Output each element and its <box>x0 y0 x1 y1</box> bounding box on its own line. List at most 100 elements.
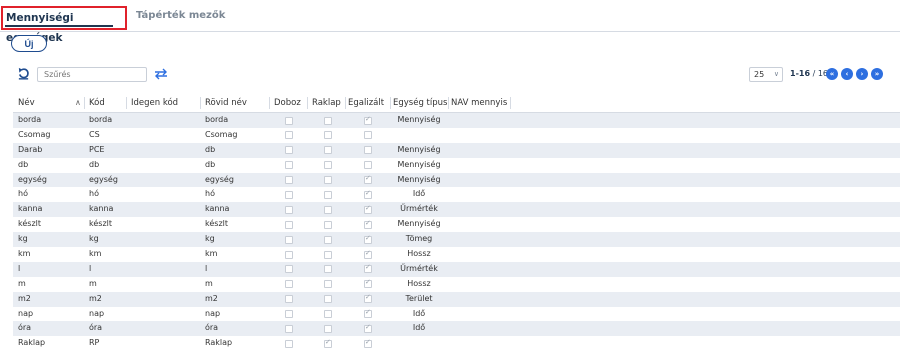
col-header-idegen-kod[interactable]: Idegen kód <box>126 93 200 113</box>
raklap-checkbox[interactable] <box>324 131 332 140</box>
cell-egyseg-tipus: Idő <box>412 189 426 199</box>
raklap-checkbox[interactable] <box>324 146 332 155</box>
raklap-checkbox[interactable] <box>324 338 332 348</box>
new-button[interactable]: Új <box>11 35 47 52</box>
egalizalt-checkbox[interactable] <box>364 234 372 244</box>
cell-nev: l <box>18 263 21 273</box>
filter-field[interactable] <box>37 67 147 82</box>
egalizalt-checkbox[interactable] <box>364 161 372 170</box>
egalizalt-checkbox[interactable] <box>364 204 372 214</box>
raklap-checkbox[interactable] <box>324 250 332 259</box>
swap-columns-icon[interactable] <box>154 68 168 80</box>
cell-nev: kg <box>18 234 28 244</box>
raklap-checkbox[interactable] <box>324 220 332 229</box>
active-tab-underline <box>5 25 113 27</box>
tab-taperték-mezok[interactable]: Tápérték mezők <box>136 6 225 30</box>
cell-idegen-kod <box>126 143 200 158</box>
cell-kod: kg <box>89 234 99 244</box>
cell-idegen-kod <box>126 128 200 143</box>
tab-label: Tápérték mezők <box>136 10 226 21</box>
doboz-checkbox[interactable] <box>285 324 293 333</box>
raklap-checkbox[interactable] <box>324 280 332 289</box>
col-header-rovid-nev[interactable]: Rövid név <box>200 93 269 113</box>
col-header-raklap[interactable]: Raklap <box>307 93 345 113</box>
table-row[interactable]: egység egység egység Mennyiség <box>13 172 900 188</box>
first-page-icon[interactable]: « <box>826 68 838 80</box>
table-row[interactable]: kanna kanna kanna Űrmérték <box>13 202 900 218</box>
table-row[interactable]: db db db Mennyiség <box>13 158 900 173</box>
cell-idegen-kod <box>126 158 200 173</box>
table-row[interactable]: km km km Hossz <box>13 247 900 262</box>
egalizalt-checkbox[interactable] <box>364 115 372 125</box>
egalizalt-checkbox[interactable] <box>364 219 372 229</box>
table-row[interactable]: Darab PCE db Mennyiség <box>13 142 900 158</box>
cell-rovid-nev: készlt <box>205 219 228 229</box>
raklap-checkbox[interactable] <box>324 190 332 199</box>
doboz-checkbox[interactable] <box>285 176 293 185</box>
last-page-icon[interactable]: » <box>871 68 883 80</box>
cell-nev: nap <box>18 308 34 318</box>
doboz-checkbox[interactable] <box>285 265 293 274</box>
raklap-checkbox[interactable] <box>324 161 332 170</box>
raklap-checkbox[interactable] <box>324 235 332 244</box>
egalizalt-checkbox[interactable] <box>364 146 372 155</box>
table-row[interactable]: l l l Űrmérték <box>13 261 900 277</box>
col-header-egyseg-tipus[interactable]: Egység típus <box>390 93 448 113</box>
doboz-checkbox[interactable] <box>285 220 293 229</box>
table-row[interactable]: borda borda borda Mennyiség <box>13 113 900 128</box>
doboz-checkbox[interactable] <box>285 146 293 155</box>
egalizalt-checkbox[interactable] <box>364 189 372 199</box>
tab-bar: Mennyiségi egységek Tápérték mezők <box>0 0 900 44</box>
col-header-kod[interactable]: Kód <box>84 93 126 113</box>
col-header-nav-mennyiseg[interactable]: NAV mennyis <box>448 93 510 113</box>
col-header-egalizalt[interactable]: Egalizált <box>345 93 390 113</box>
doboz-checkbox[interactable] <box>285 339 293 348</box>
page-size-value: 25 <box>754 70 765 79</box>
tab-mennyisegi-egysegek[interactable]: Mennyiségi egységek <box>1 6 127 44</box>
egalizalt-checkbox[interactable] <box>364 338 372 348</box>
col-header-nev[interactable]: Név ∧ <box>13 93 84 113</box>
egalizalt-checkbox[interactable] <box>364 323 372 333</box>
page-size-select[interactable]: 25 ∨ <box>749 67 783 82</box>
doboz-checkbox[interactable] <box>285 280 293 289</box>
doboz-checkbox[interactable] <box>285 116 293 125</box>
table-row[interactable]: készlt készlt készlt Mennyiség <box>13 217 900 232</box>
doboz-checkbox[interactable] <box>285 131 293 140</box>
table-row[interactable]: kg kg kg Tömeg <box>13 232 900 248</box>
table-row[interactable]: m2 m2 m2 Terület <box>13 291 900 307</box>
egalizalt-checkbox[interactable] <box>364 174 372 185</box>
raklap-checkbox[interactable] <box>324 116 332 125</box>
raklap-checkbox[interactable] <box>324 324 332 333</box>
egalizalt-checkbox[interactable] <box>364 263 372 274</box>
egalizalt-checkbox[interactable] <box>364 249 372 259</box>
raklap-checkbox[interactable] <box>324 295 332 304</box>
raklap-checkbox[interactable] <box>324 310 332 319</box>
doboz-checkbox[interactable] <box>285 235 293 244</box>
raklap-checkbox[interactable] <box>324 176 332 185</box>
table-row[interactable]: hó hó hó Idő <box>13 187 900 202</box>
table-row[interactable]: m m m Hossz <box>13 277 900 292</box>
cell-idegen-kod <box>126 173 200 188</box>
raklap-checkbox[interactable] <box>324 265 332 274</box>
doboz-checkbox[interactable] <box>285 205 293 214</box>
table-row[interactable]: Csomag CS Csomag <box>13 128 900 143</box>
doboz-checkbox[interactable] <box>285 295 293 304</box>
egalizalt-checkbox[interactable] <box>364 131 372 140</box>
egalizalt-checkbox[interactable] <box>364 308 372 319</box>
prev-page-icon[interactable]: ‹ <box>841 68 853 80</box>
doboz-checkbox[interactable] <box>285 310 293 319</box>
doboz-checkbox[interactable] <box>285 161 293 170</box>
next-page-icon[interactable]: › <box>856 68 868 80</box>
col-header-doboz[interactable]: Doboz <box>269 93 307 113</box>
raklap-checkbox[interactable] <box>324 205 332 214</box>
doboz-checkbox[interactable] <box>285 190 293 199</box>
table-row[interactable]: nap nap nap Idő <box>13 307 900 322</box>
table-row[interactable]: Raklap RP Raklap <box>13 336 900 351</box>
doboz-checkbox[interactable] <box>285 250 293 259</box>
refresh-icon[interactable] <box>17 67 30 80</box>
table-row[interactable]: óra óra óra Idő <box>13 321 900 337</box>
egalizalt-checkbox[interactable] <box>364 278 372 289</box>
cell-rovid-nev: m <box>205 278 213 288</box>
egalizalt-checkbox[interactable] <box>364 293 372 304</box>
filter-input[interactable] <box>38 68 146 81</box>
